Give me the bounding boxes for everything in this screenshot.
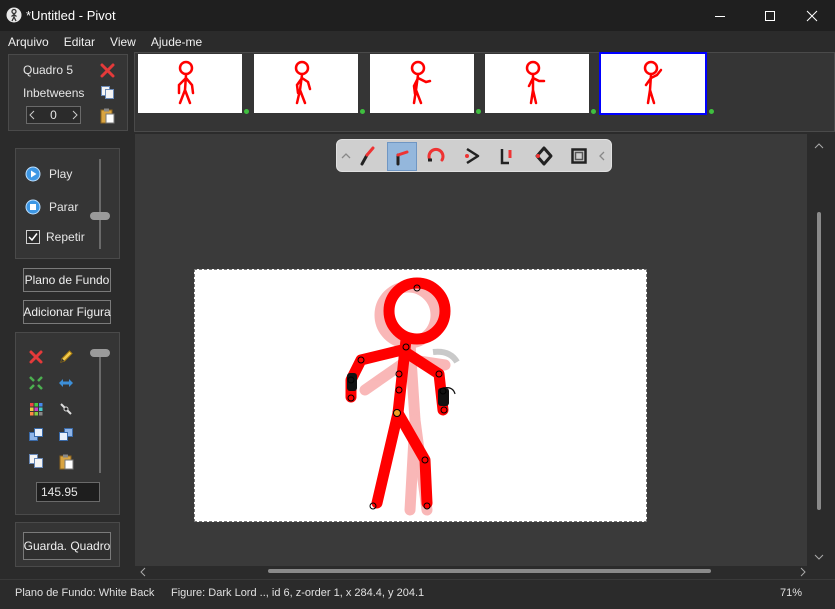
add-figure-button[interactable]: Adicionar Figura [23, 300, 111, 324]
stop-button[interactable]: Parar [25, 199, 78, 215]
frame-marker-dot [476, 109, 481, 114]
split-line-tool-icon[interactable] [495, 145, 517, 167]
window-title: *Untitled - Pivot [26, 8, 116, 23]
bring-front-icon[interactable] [28, 427, 44, 443]
toolbar-collapse-up-icon[interactable] [341, 150, 351, 162]
frame-thumbnail-figure [177, 60, 195, 105]
save-frame-button[interactable]: Guarda. Quadro [23, 532, 111, 560]
frame-marker-dot [244, 109, 249, 114]
bend-line-tool-icon[interactable] [391, 145, 413, 167]
stage-canvas[interactable] [194, 269, 647, 522]
frame-marker-dot [591, 109, 596, 114]
play-icon [25, 166, 41, 182]
straight-line-tool-icon[interactable] [357, 145, 379, 167]
copy-frame-icon[interactable] [100, 85, 115, 100]
frame-thumbnail-figure [643, 60, 663, 105]
frame-label: Quadro 5 [23, 63, 74, 77]
play-button[interactable]: Play [25, 166, 72, 182]
status-zoom: 71% [780, 587, 803, 599]
toolbar-collapse-left-icon[interactable] [597, 150, 607, 162]
scale-slider-track [99, 351, 101, 473]
delete-frame-icon[interactable] [100, 63, 115, 78]
inbetweens-stepper[interactable]: 0 [26, 106, 81, 124]
join-figures-icon[interactable] [58, 401, 74, 417]
color-palette-icon[interactable] [28, 401, 44, 417]
stepper-right-icon[interactable] [70, 107, 80, 123]
minimize-button[interactable] [697, 0, 743, 31]
maximize-button[interactable] [747, 0, 793, 31]
status-figure-info: Figure: Dark Lord .., id 6, z-order 1, x… [171, 587, 425, 599]
pivot-app-icon [6, 7, 22, 23]
timeline-frame-5[interactable] [599, 52, 707, 115]
center-figure-icon[interactable] [28, 375, 44, 391]
menu-ajude-me[interactable]: Ajude-me [143, 31, 209, 53]
frame-panel: Quadro 5 Inbetweens 0 [8, 54, 128, 131]
menu-editar[interactable]: Editar [56, 31, 102, 53]
status-background: Plano de Fundo: White Back [15, 587, 155, 599]
flip-figure-icon[interactable] [58, 375, 74, 391]
menu-arquivo[interactable]: Arquivo [0, 31, 56, 53]
close-icon [806, 10, 818, 21]
timeline-frame-3[interactable] [370, 54, 474, 113]
polygon-tool-icon[interactable] [533, 145, 555, 167]
send-back-icon[interactable] [58, 427, 74, 443]
pencil-icon[interactable] [58, 349, 74, 365]
scroll-left-icon[interactable] [138, 566, 148, 578]
timeline-frame-4[interactable] [485, 54, 589, 113]
repeat-label: Repetir [46, 230, 85, 244]
checkbox-checked-icon[interactable] [26, 230, 40, 244]
title-bar: *Untitled - Pivot [0, 0, 835, 31]
frame-thumbnail-figure [410, 60, 432, 105]
maximize-icon [765, 10, 775, 21]
horizontal-scrollbar-thumb[interactable] [268, 569, 711, 573]
inbetweens-label: Inbetweens [23, 86, 85, 100]
status-bar: Plano de Fundo: White Back Figure: Dark … [0, 579, 835, 609]
scroll-down-icon[interactable] [813, 552, 825, 562]
scroll-up-icon[interactable] [813, 141, 825, 151]
timeline-frame-1[interactable] [138, 54, 242, 113]
scale-slider-thumb[interactable] [90, 349, 110, 357]
stop-label: Parar [49, 200, 79, 214]
copy-figure-icon[interactable] [28, 453, 44, 469]
play-label: Play [49, 167, 73, 181]
square-tool-icon[interactable] [568, 145, 590, 167]
repeat-checkbox[interactable]: Repetir [26, 230, 85, 244]
playback-panel: Play Parar Repetir [15, 148, 120, 259]
speed-slider-thumb[interactable] [90, 212, 110, 220]
close-button[interactable] [789, 0, 835, 31]
figure-tools-panel: 145.95 [15, 332, 120, 515]
paste-figure-icon[interactable] [58, 453, 75, 470]
speed-slider-track [99, 159, 101, 249]
menu-view[interactable]: View [102, 31, 143, 53]
inbetweens-value[interactable]: 0 [50, 108, 57, 122]
triangle-tool-icon[interactable] [461, 145, 483, 167]
circle-arc-tool-icon[interactable] [425, 145, 447, 167]
stop-icon [25, 199, 41, 215]
stick-figure-dark-lord[interactable] [195, 270, 648, 523]
menu-bar: Arquivo Editar View Ajude-me [0, 31, 835, 53]
paste-frame-icon[interactable] [99, 107, 116, 124]
timeline-frame-2[interactable] [254, 54, 358, 113]
frame-thumbnail-figure [525, 60, 546, 105]
background-button[interactable]: Plano de Fundo [23, 268, 111, 292]
minimize-icon [715, 15, 725, 17]
scroll-right-icon[interactable] [798, 566, 808, 578]
edit-toolbar [336, 139, 612, 172]
delete-figure-icon[interactable] [28, 349, 44, 365]
scale-value-field[interactable]: 145.95 [36, 482, 100, 502]
vertical-scrollbar-thumb[interactable] [817, 212, 821, 510]
frame-marker-dot [709, 109, 714, 114]
frame-marker-dot [360, 109, 365, 114]
frame-thumbnail-figure [294, 60, 312, 105]
stepper-left-icon[interactable] [27, 107, 37, 123]
